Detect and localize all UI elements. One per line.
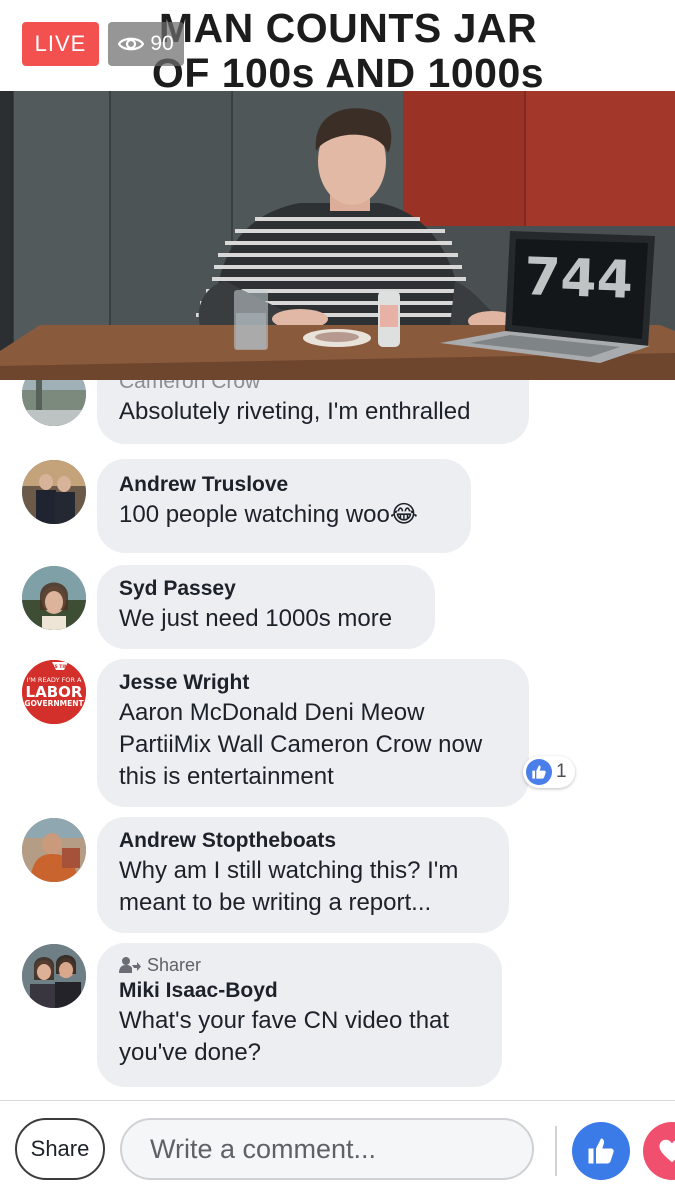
live-label: LIVE: [34, 31, 87, 56]
like-button[interactable]: [572, 1122, 630, 1180]
comment-text-line: What's your fave CN video that: [119, 1007, 450, 1034]
svg-text:GOVERNMENT: GOVERNMENT: [24, 699, 84, 708]
comment-text-body: 100 people watching woo: [119, 501, 390, 528]
comment-text-line: meant to be writing a report...: [119, 889, 432, 916]
video-frame: 744: [0, 91, 675, 380]
laptop-counter: 744: [523, 247, 634, 311]
comment-bubble: Andrew Truslove 100 people watching woo😂: [97, 459, 471, 553]
laughing-emoji: 😂: [389, 501, 418, 528]
comment-text: Absolutely riveting, I'm enthralled: [119, 398, 471, 425]
comment-text: 100 people watching woo😂: [119, 499, 449, 531]
live-badge: LIVE: [22, 22, 99, 66]
comment-text-line: this is entertainment: [119, 763, 334, 790]
video-title-line-2: OF 100s AND 1000s: [151, 50, 545, 96]
comment-author[interactable]: Andrew Stoptheboats: [119, 827, 487, 855]
bottom-action-bar: Share: [0, 1100, 675, 1201]
sharer-label: Sharer: [147, 955, 202, 975]
avatar[interactable]: [22, 460, 86, 524]
comment-author[interactable]: Andrew Truslove: [119, 471, 449, 499]
like-reaction-icon: [526, 759, 552, 785]
avatar[interactable]: [22, 380, 86, 426]
live-video[interactable]: 744: [0, 91, 675, 380]
avatar[interactable]: IT'S TIME I'M READY FOR A LABOR GOVERNME…: [22, 660, 86, 724]
avatar[interactable]: [22, 566, 86, 630]
love-button[interactable]: [643, 1122, 675, 1180]
comment-bubble: Cameron Crow Absolutely riveting, I'm en…: [97, 380, 529, 444]
viewer-count-badge: 90: [108, 22, 184, 66]
eye-icon: [118, 37, 145, 51]
comment-author[interactable]: Cameron Crow: [119, 380, 507, 396]
comments-list[interactable]: Cameron Crow Absolutely riveting, I'm en…: [0, 380, 675, 1100]
comment-text: We just need 1000s more: [119, 605, 393, 632]
comment-bubble: Jesse Wright Aaron McDonald Deni Meow Pa…: [97, 659, 529, 807]
comment-bubble: Syd Passey We just need 1000s more: [97, 565, 435, 649]
heart-icon: [659, 1139, 675, 1163]
video-title: MAN COUNTS JAR OF 100s AND 1000s: [118, 6, 578, 96]
sharer-badge: Sharer: [119, 953, 480, 977]
comment-input[interactable]: [120, 1118, 534, 1180]
avatar[interactable]: [22, 944, 86, 1008]
divider: [555, 1126, 557, 1176]
video-title-line-1: MAN COUNTS JAR: [158, 5, 538, 51]
comment-author[interactable]: Jesse Wright: [119, 669, 507, 697]
thumbs-up-icon: [588, 1138, 614, 1164]
reaction-count[interactable]: 1: [523, 756, 575, 788]
svg-text:IT'S TIME: IT'S TIME: [48, 664, 71, 670]
comment-text-line: you've done?: [119, 1039, 262, 1066]
reaction-number: 1: [556, 761, 567, 782]
comment-author[interactable]: Syd Passey: [119, 575, 413, 603]
viewer-count: 90: [150, 32, 174, 55]
comment-bubble: Andrew Stoptheboats Why am I still watch…: [97, 817, 509, 933]
avatar[interactable]: [22, 818, 86, 882]
comment-text-line: Aaron McDonald Deni Meow: [119, 699, 425, 726]
share-user-icon: [119, 957, 141, 973]
share-button[interactable]: Share: [15, 1118, 105, 1180]
comment-bubble: Sharer Miki Isaac-Boyd What's your fave …: [97, 943, 502, 1087]
comment-author[interactable]: Miki Isaac-Boyd: [119, 977, 480, 1005]
comment-text-line: PartiiMix Wall Cameron Crow now: [119, 731, 483, 758]
comment-text-line: Why am I still watching this? I'm: [119, 857, 459, 884]
